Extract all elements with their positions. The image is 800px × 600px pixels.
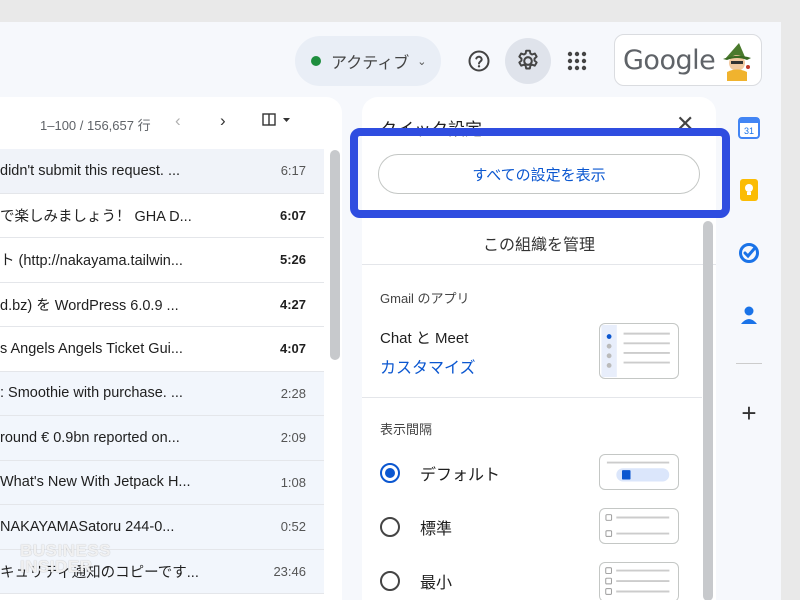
mail-snippet: What's New With Jetpack H... [0, 474, 191, 491]
mail-row[interactable]: What's New With Jetpack H... 1:08 [0, 460, 324, 505]
section-divider [362, 397, 702, 398]
mail-row[interactable]: ト (http://nakayama.tailwin... 5:26 [0, 238, 324, 283]
status-label: アクティブ [331, 55, 410, 72]
chat-meet-label: Chat と Meet [380, 330, 469, 347]
radio-selected[interactable] [380, 463, 400, 483]
calendar-day-label: 31 [744, 126, 754, 136]
density-option-label: 標準 [420, 521, 453, 538]
watermark-line: INSIDER [20, 557, 93, 576]
apps-grid-icon [567, 51, 587, 71]
mail-time: 0:52 [280, 519, 306, 535]
mail-scrollbar[interactable] [330, 150, 340, 360]
radio-unselected[interactable] [380, 571, 400, 591]
density-label: 表示間隔 [380, 422, 433, 437]
add-icon[interactable]: + [736, 398, 762, 428]
gear-icon [518, 49, 538, 70]
calendar-svg: 31 [738, 117, 760, 139]
rail-divider [736, 363, 762, 364]
google-account-box[interactable]: Google [614, 34, 762, 86]
chevron-right-icon[interactable]: › [220, 111, 226, 131]
density-option-compact[interactable]: 最小 [380, 569, 452, 593]
mail-snippet: : Smoothie with purchase. ... [0, 385, 183, 402]
mail-snippet: didn't submit this request. ... [0, 162, 181, 179]
calendar-icon[interactable]: 31 [736, 115, 762, 141]
tasks-icon[interactable] [736, 240, 762, 266]
quick-settings-scrollbar[interactable] [703, 221, 713, 600]
mail-snippet: s Angels Angels Ticket Gui... [0, 340, 183, 357]
contacts-icon[interactable] [736, 302, 762, 328]
mail-time: 2:28 [280, 385, 306, 401]
chat-meet-thumbnail [599, 323, 679, 379]
density-option-default[interactable]: デフォルト [380, 461, 500, 485]
pagination-label: 1–100 / 156,657 行 [40, 118, 151, 133]
mail-row[interactable]: : Smoothie with purchase. ... 2:28 [0, 371, 324, 416]
radio-unselected[interactable] [380, 517, 400, 537]
density-default-thumbnail [599, 454, 679, 490]
density-option-label: デフォルト [420, 467, 501, 484]
chevron-left-icon[interactable]: ‹ [175, 111, 181, 131]
apps-button[interactable] [558, 42, 596, 80]
watermark-logo: BUSINESS INSIDER [20, 542, 111, 576]
mail-snippet: NAKAYAMASatoru 244-0... [0, 518, 175, 535]
mail-list: didn't submit this request. ... 6:17 で楽し… [0, 149, 324, 594]
side-panel-rail: 31 + [728, 97, 772, 600]
input-tools-button[interactable] [262, 113, 292, 130]
gmail-apps-label: Gmail のアプリ [380, 291, 470, 306]
mail-list-panel: 1–100 / 156,657 行 ‹ › didn't submit this… [0, 97, 342, 600]
customize-link[interactable]: カスタマイズ [380, 354, 476, 378]
tasks-svg [739, 243, 759, 263]
mail-row[interactable]: round € 0.9bn reported on... 2:09 [0, 416, 324, 461]
help-button[interactable] [460, 42, 498, 80]
split-pane-icon [262, 113, 290, 126]
mail-time: 23:46 [273, 563, 306, 579]
mail-row[interactable]: で楽しみましょう！ GHA D... 6:07 [0, 193, 324, 238]
density-option-label: 最小 [420, 575, 453, 592]
mail-time: 5:26 [279, 252, 306, 268]
mail-time: 2:09 [280, 430, 306, 446]
mail-snippet: ト (http://nakayama.tailwin... [0, 253, 183, 270]
mail-row[interactable]: s Angels Angels Ticket Gui... 4:07 [0, 327, 324, 372]
settings-button[interactable] [505, 38, 551, 84]
mail-snippet: d.bz) を WordPress 6.0.9 ... [0, 297, 179, 314]
contacts-svg [741, 306, 757, 324]
mail-row[interactable]: d.bz) を WordPress 6.0.9 ... 4:27 [0, 282, 324, 327]
help-icon [468, 50, 490, 72]
active-status-dot [311, 56, 321, 66]
density-option-standard[interactable]: 標準 [380, 515, 452, 539]
mail-time: 6:17 [280, 163, 306, 179]
mail-row[interactable]: didn't submit this request. ... 6:17 [0, 149, 324, 194]
mail-time: 6:07 [279, 207, 306, 223]
google-logo: Google [623, 44, 716, 76]
mail-snippet: round € 0.9bn reported on... [0, 429, 180, 446]
mail-time: 1:08 [280, 474, 306, 490]
mail-time: 4:07 [279, 341, 306, 357]
manage-organization-link[interactable]: この組織を管理 [362, 221, 716, 265]
status-selector[interactable]: アクティブ ⌄ [295, 36, 441, 86]
mail-time: 4:27 [279, 296, 306, 312]
mail-snippet: で楽しみましょう！ GHA D... [0, 208, 192, 225]
chevron-down-icon: ⌄ [417, 55, 427, 68]
mail-toolbar: 1–100 / 156,657 行 ‹ › [0, 97, 342, 149]
annotation-highlight-box [350, 128, 730, 218]
keep-svg [740, 179, 758, 201]
avatar[interactable] [717, 41, 755, 81]
density-compact-thumbnail [599, 562, 679, 600]
density-standard-thumbnail [599, 508, 679, 544]
keep-icon[interactable] [736, 177, 762, 203]
